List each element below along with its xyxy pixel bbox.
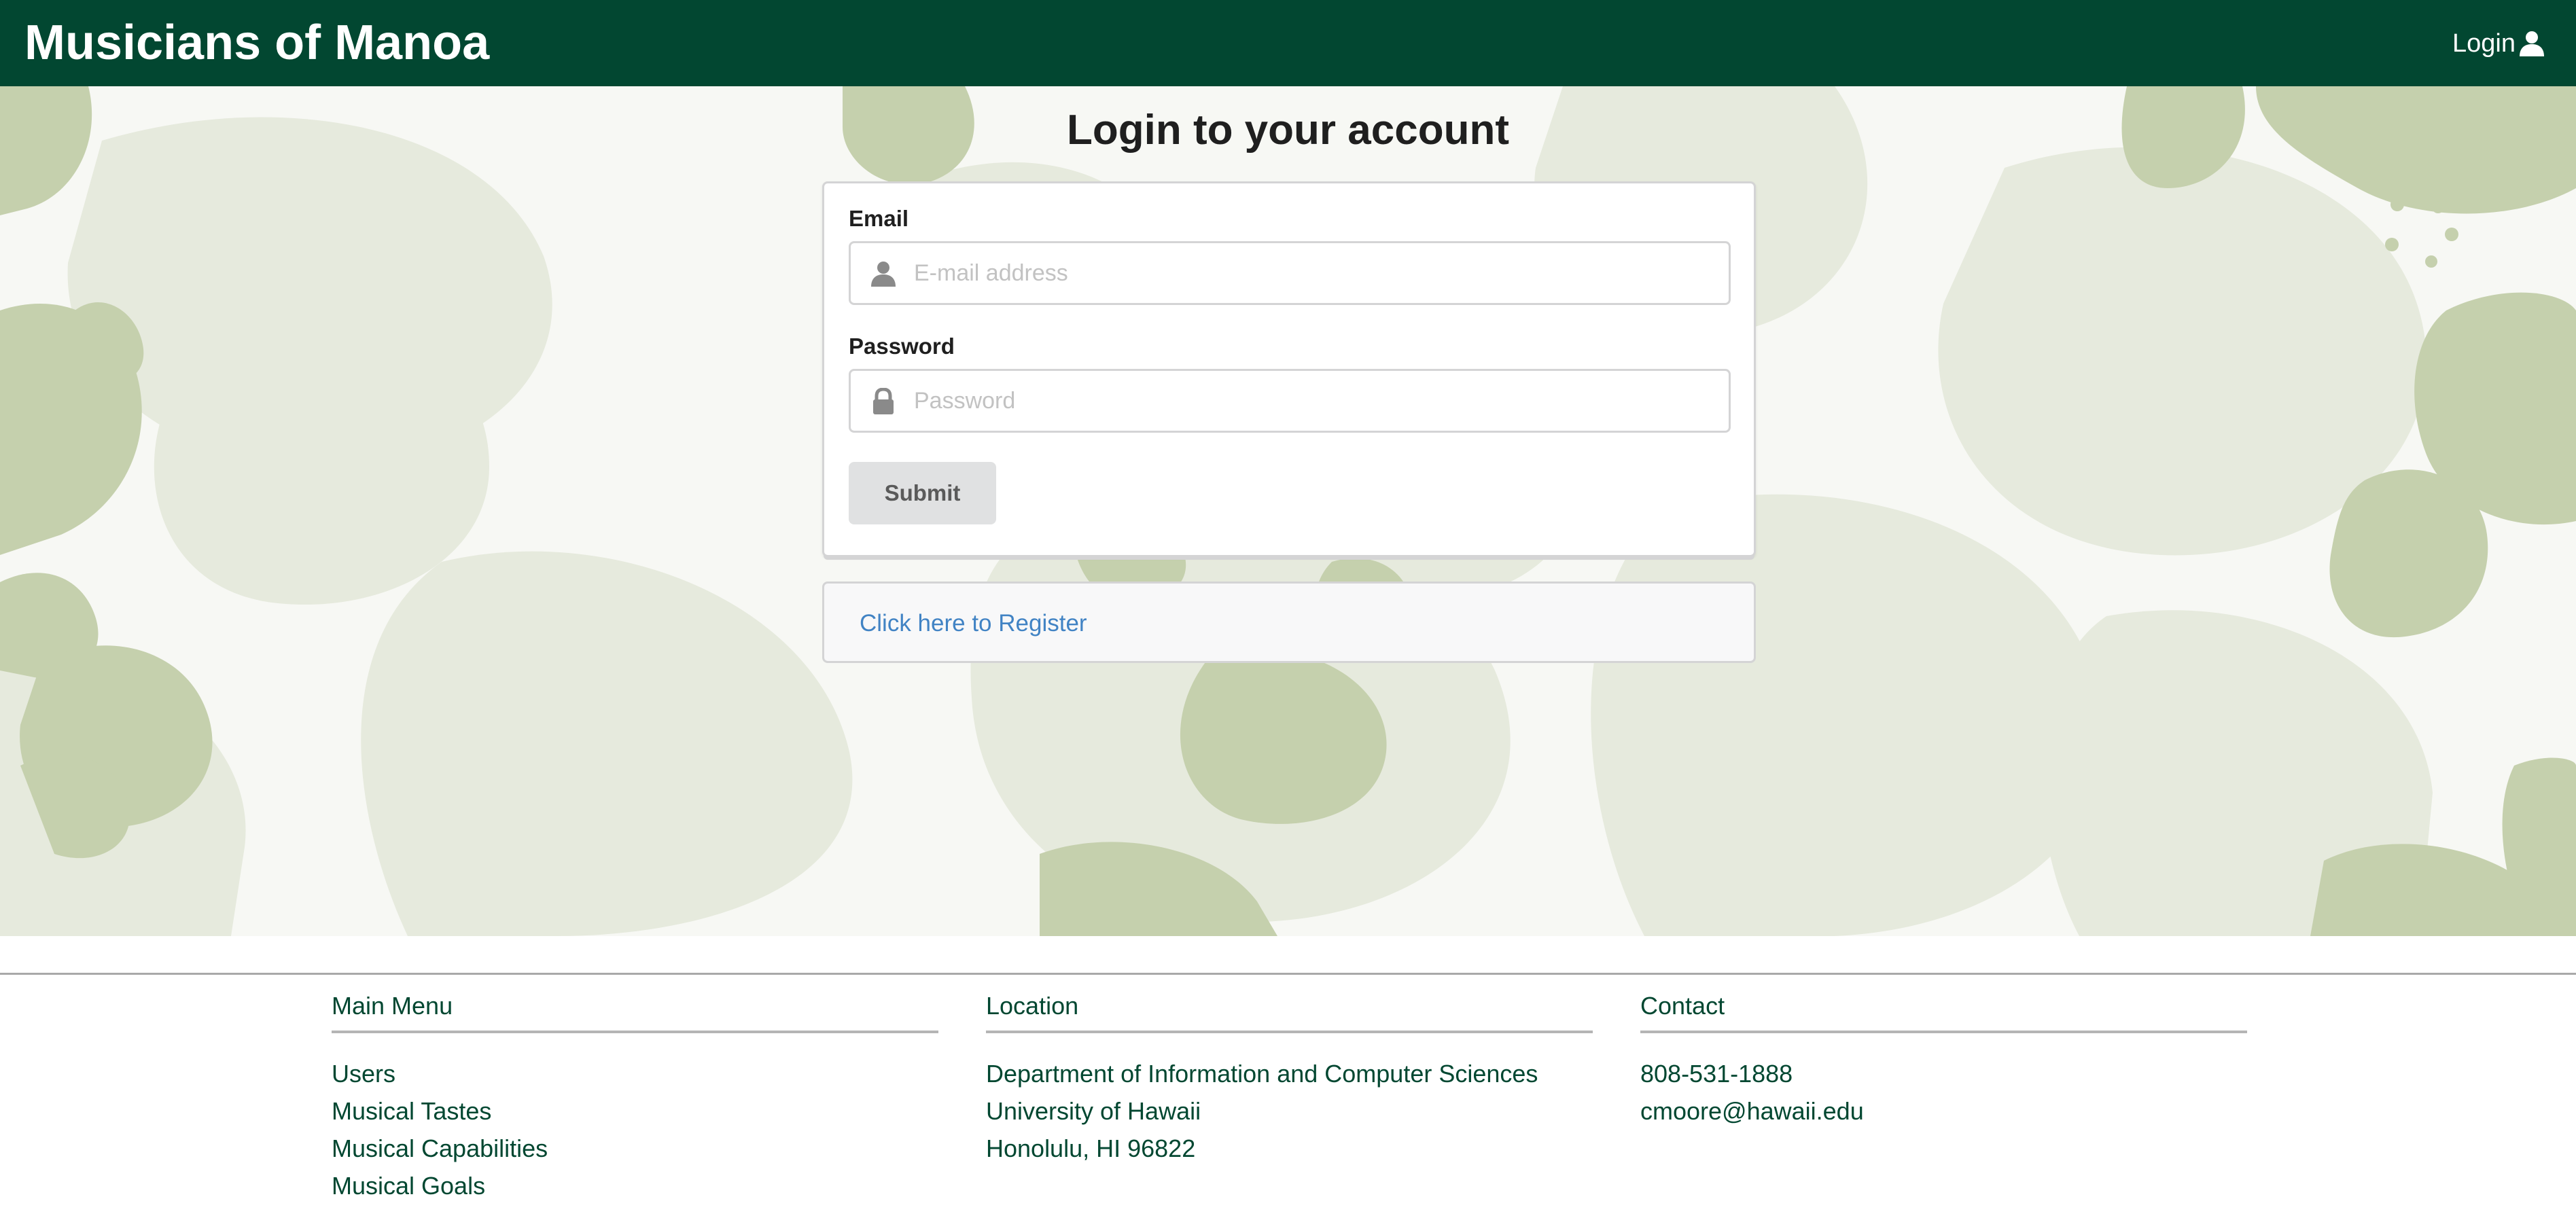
register-message-box: Click here to Register	[822, 581, 1756, 663]
footer-link-musical-capabilities[interactable]: Musical Capabilities	[332, 1130, 938, 1167]
footer-column-contact: Contact 808-531-1888 cmoore@hawaii.edu	[1640, 988, 2247, 1130]
footer-heading: Contact	[1640, 992, 1725, 1020]
footer-contact-email[interactable]: cmoore@hawaii.edu	[1640, 1092, 2247, 1130]
footer-divider	[0, 973, 2576, 975]
email-label: Email	[849, 206, 909, 231]
footer-link-musical-goals[interactable]: Musical Goals	[332, 1167, 938, 1204]
password-input[interactable]	[914, 371, 1716, 431]
login-menu-button[interactable]: Login	[2452, 26, 2545, 61]
login-section: Login to your account Email Password Sub…	[0, 86, 2576, 936]
footer-column-divider	[1640, 1031, 2247, 1033]
footer-heading: Main Menu	[332, 992, 453, 1020]
lock-icon	[870, 388, 897, 415]
password-label: Password	[849, 334, 955, 359]
user-icon	[870, 260, 897, 287]
submit-button[interactable]: Submit	[849, 462, 996, 524]
brand-home-link[interactable]: Musicians of Manoa	[24, 11, 489, 75]
user-icon	[2518, 30, 2545, 57]
footer-column-location: Location Department of Information and C…	[986, 988, 1593, 1167]
footer-contact-phone: 808-531-1888	[1640, 1060, 1793, 1088]
login-label: Login	[2452, 29, 2516, 58]
footer-link-musical-tastes[interactable]: Musical Tastes	[332, 1092, 938, 1130]
password-field-wrapper	[849, 369, 1731, 433]
top-navbar: Musicians of Manoa Login	[0, 0, 2576, 86]
footer-column-divider	[986, 1031, 1593, 1033]
footer-column-divider	[332, 1031, 938, 1033]
footer-link-users[interactable]: Users	[332, 1055, 938, 1092]
footer-location-line: University of Hawaii	[986, 1097, 1201, 1125]
register-link[interactable]: Click here to Register	[860, 608, 1087, 639]
footer-location-line: Department of Information and Computer S…	[986, 1060, 1538, 1088]
page-title: Login to your account	[1067, 107, 1509, 154]
footer-location-line: Honolulu, HI 96822	[986, 1134, 1196, 1162]
email-input[interactable]	[914, 243, 1716, 303]
footer-column-main-menu: Main Menu Users Musical Tastes Musical C…	[332, 988, 938, 1204]
footer-heading: Location	[986, 992, 1079, 1020]
email-field-wrapper	[849, 241, 1731, 305]
login-form-card: Email Password Submit	[822, 181, 1756, 557]
